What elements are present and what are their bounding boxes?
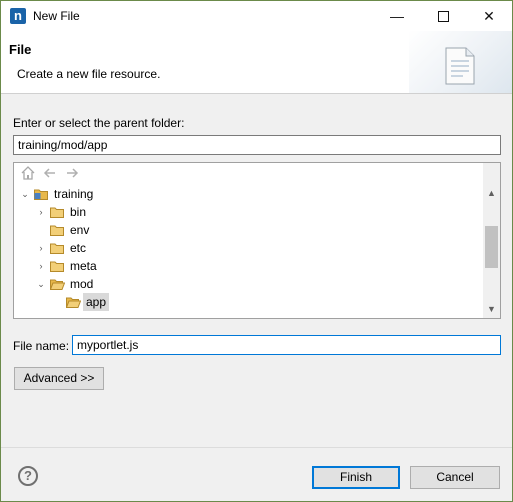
- tree-scrollbar[interactable]: ▲ ▼: [483, 163, 500, 318]
- scroll-thumb[interactable]: [485, 226, 498, 268]
- tree-item-app[interactable]: app: [52, 293, 132, 311]
- parent-folder-input[interactable]: training/mod/app: [13, 135, 501, 155]
- tree-item-label: training: [54, 187, 94, 201]
- file-name-label: File name:: [13, 339, 70, 353]
- help-icon[interactable]: ?: [18, 466, 38, 486]
- chevron-down-icon[interactable]: ⌄: [36, 275, 46, 293]
- title-bar[interactable]: n New File — ✕: [1, 1, 512, 31]
- new-file-icon: [445, 47, 475, 85]
- app-icon: n: [10, 8, 26, 24]
- home-icon[interactable]: [20, 165, 36, 181]
- chevron-right-icon[interactable]: ›: [36, 239, 46, 257]
- advanced-button[interactable]: Advanced >>: [14, 367, 104, 390]
- close-button[interactable]: ✕: [466, 1, 512, 31]
- scroll-down-icon[interactable]: ▼: [483, 301, 500, 318]
- tree-item-label: bin: [70, 205, 87, 219]
- maximize-icon: [437, 11, 449, 22]
- window-title: New File: [33, 9, 80, 23]
- maximize-button[interactable]: [420, 1, 466, 31]
- tree-item-label: meta: [70, 259, 97, 273]
- scroll-up-icon[interactable]: ▲: [483, 185, 500, 202]
- chevron-down-icon[interactable]: ⌄: [20, 185, 30, 203]
- tree-item-label: mod: [70, 277, 94, 291]
- banner-title: File: [9, 42, 32, 57]
- tree-item-label: env: [70, 223, 90, 237]
- project-folder-icon: [34, 189, 48, 200]
- file-name-input[interactable]: myportlet.js: [72, 335, 501, 355]
- finish-button[interactable]: Finish: [312, 466, 400, 489]
- minimize-button[interactable]: —: [374, 1, 420, 31]
- chevron-right-icon[interactable]: ›: [36, 203, 46, 221]
- forward-arrow-icon[interactable]: [64, 165, 80, 181]
- open-folder-icon: [50, 279, 65, 290]
- back-arrow-icon[interactable]: [42, 165, 58, 181]
- folder-tree[interactable]: ⌄ training › bin env › etc › meta ⌄ mod …: [13, 162, 501, 319]
- wizard-banner: File Create a new file resource.: [1, 31, 512, 94]
- chevron-right-icon[interactable]: ›: [36, 257, 46, 275]
- cancel-button[interactable]: Cancel: [410, 466, 500, 489]
- new-file-dialog: n New File — ✕ File Create a new file re…: [0, 0, 513, 502]
- folder-icon: [50, 207, 64, 218]
- folder-icon: [50, 261, 64, 272]
- tree-item-label: etc: [70, 241, 87, 255]
- open-folder-icon: [66, 297, 81, 308]
- folder-icon: [50, 225, 64, 236]
- parent-folder-label: Enter or select the parent folder:: [13, 116, 185, 130]
- folder-icon: [50, 243, 64, 254]
- tree-item-label: app: [83, 293, 110, 311]
- divider: [1, 447, 512, 448]
- banner-description: Create a new file resource.: [17, 67, 161, 81]
